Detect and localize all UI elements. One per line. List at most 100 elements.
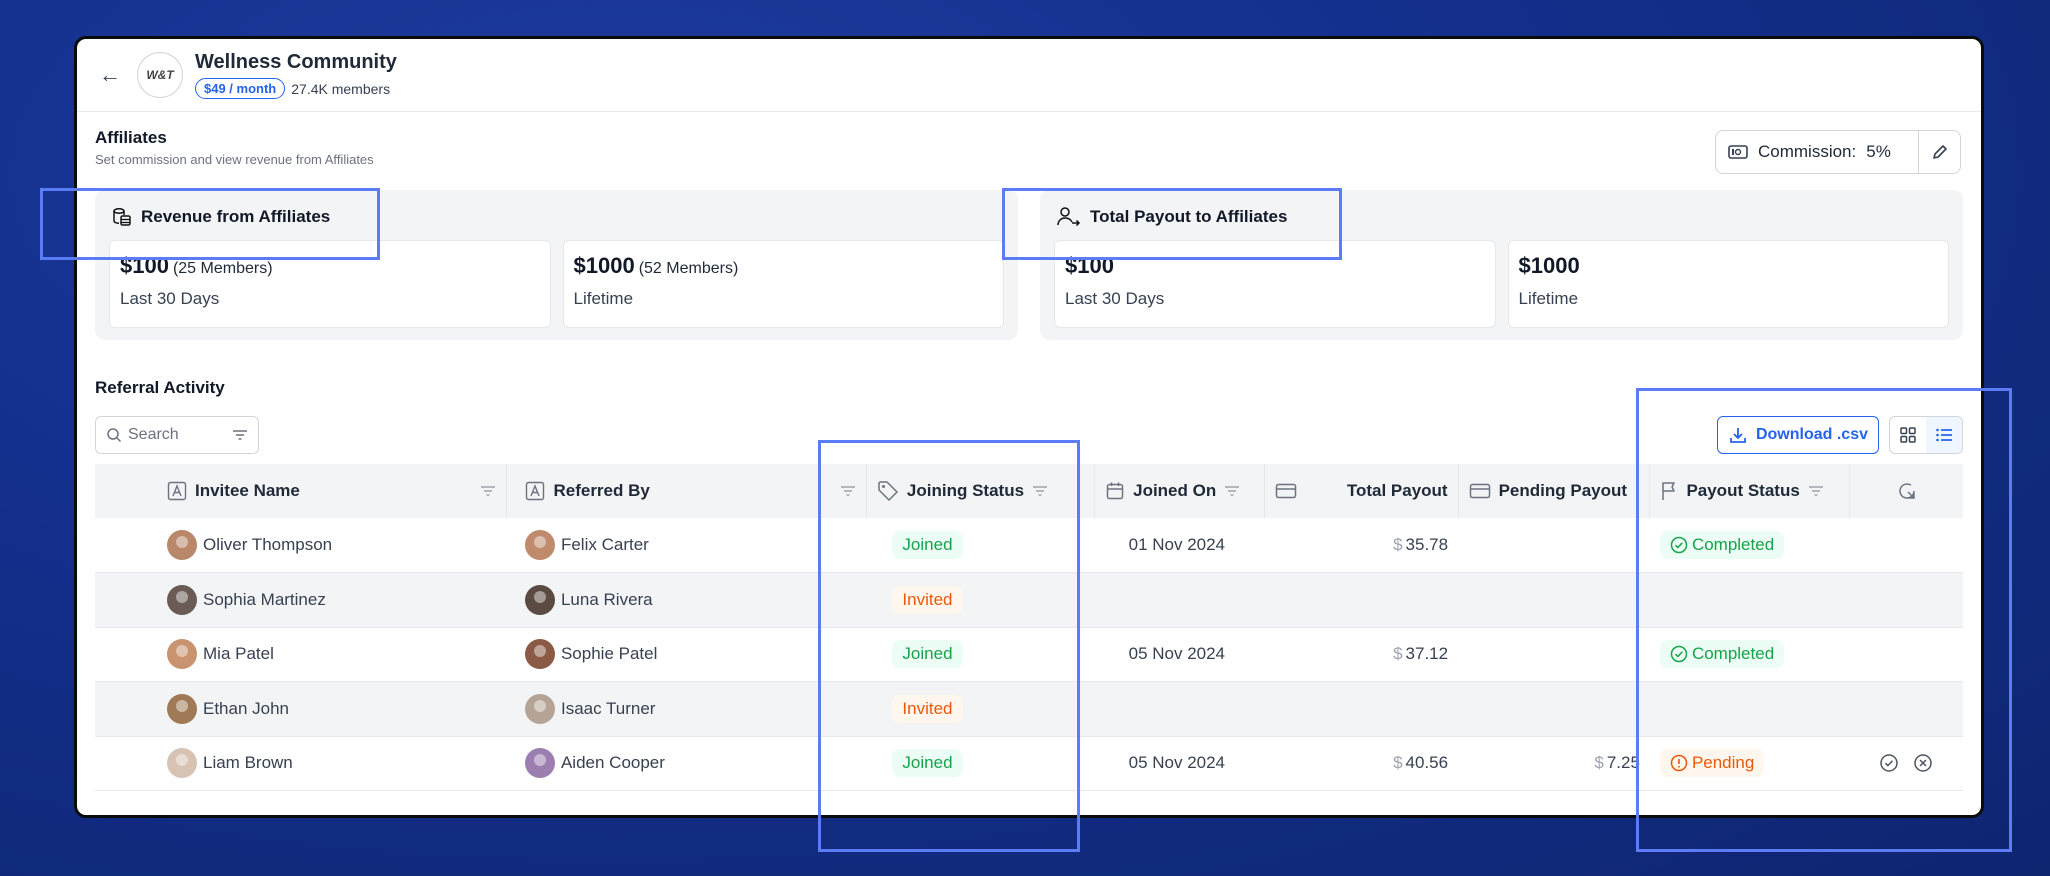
list-icon [1936, 428, 1952, 442]
refresh-icon[interactable] [1896, 480, 1918, 502]
invitee-name: Mia Patel [203, 644, 274, 664]
check-circle-icon [1670, 646, 1688, 663]
list-view-button[interactable] [1926, 417, 1962, 453]
alert-circle-icon [1670, 755, 1688, 772]
referrer-name: Luna Rivera [560, 589, 653, 609]
stat-amount: $100 [120, 253, 169, 278]
filter-icon[interactable] [480, 484, 496, 498]
stat-value: $1000 (52 Members) [574, 253, 994, 279]
filter-icon[interactable] [1808, 484, 1824, 498]
person: Sophie Patel [517, 639, 856, 670]
stat-members: (25 Members) [172, 260, 273, 277]
stat-value: $100 (25 Members) [120, 253, 540, 279]
avatar [524, 639, 555, 670]
actions-cell [1850, 682, 1963, 737]
affiliates-header: Affiliates Set commission and view reven… [95, 112, 1963, 184]
back-arrow-icon[interactable]: ← [99, 62, 127, 88]
total-payout-cell: $35.78 [1264, 518, 1458, 573]
col-total-payout[interactable]: Total Payout [1264, 464, 1459, 518]
referrer-cell: Sophie Patel [507, 627, 866, 682]
referrer-name: Isaac Turner [560, 698, 656, 718]
edit-commission-button[interactable] [1918, 131, 1960, 173]
col-actions[interactable] [1850, 464, 1963, 518]
grid-view-button[interactable] [1890, 417, 1926, 453]
invitee-cell: Sophia Martinez [95, 573, 507, 628]
community-title-block: Wellness Community $49 / month 27.4K mem… [195, 51, 397, 99]
filter-icon[interactable] [1032, 484, 1048, 498]
stat-amount: $1000 [573, 253, 635, 278]
header-cell: Payout Status [1660, 481, 1839, 501]
search-input[interactable]: Search [95, 416, 259, 454]
reject-x-icon[interactable] [1913, 753, 1933, 773]
download-icon [1730, 428, 1746, 443]
coins-icon [113, 208, 131, 226]
header-cell: Joined On [1105, 481, 1254, 501]
total-payout-cell: $37.12 [1264, 627, 1458, 682]
invitee-name: Liam Brown [203, 753, 293, 773]
payout-status-cell: Completed [1650, 627, 1850, 682]
joined-on: 01 Nov 2024 [1128, 535, 1226, 554]
tag-icon [878, 481, 898, 501]
table-tools: Download .csv [1716, 416, 1963, 454]
pending-payout-cell: $7.25 [1458, 736, 1650, 791]
header-label: Total Payout [1346, 481, 1448, 500]
revenue-stats: $100 (25 Members) Last 30 Days $1000 (52 M… [109, 240, 1004, 328]
row-actions [1860, 753, 1953, 773]
payout-status-cell [1650, 573, 1850, 628]
commission-control[interactable]: Commission: 5% [1715, 130, 1961, 174]
col-pending-payout[interactable]: Pending Payout [1458, 464, 1651, 518]
currency-symbol: $ [1393, 753, 1403, 773]
community-logo: W&T [137, 52, 183, 98]
person: Sophia Martinez [105, 584, 497, 615]
total-payout-cell: $40.56 [1264, 736, 1458, 791]
payout-title: Total Payout to Affiliates [1090, 207, 1288, 226]
status-cell: Joined [866, 518, 1094, 573]
referrer-cell: Luna Rivera [507, 573, 866, 628]
person: Ethan John [105, 693, 497, 724]
filter-icon[interactable] [232, 428, 248, 442]
joined-on-cell [1095, 573, 1265, 628]
col-referred-by[interactable]: Referred By [506, 464, 867, 518]
calendar-icon [1106, 482, 1124, 500]
col-payout-status[interactable]: Payout Status [1649, 464, 1851, 518]
joined-on-cell: 05 Nov 2024 [1095, 736, 1265, 791]
col-joined-on[interactable]: Joined On [1094, 464, 1265, 518]
table-row[interactable]: Liam Brown Aiden Cooper Joined 05 Nov 20… [95, 736, 1963, 791]
stat-amount: $100 [1065, 253, 1114, 278]
stat-period: Lifetime [573, 289, 634, 308]
header-cell: Referred By [517, 481, 855, 501]
invitee-name: Sophia Martinez [203, 589, 326, 609]
joined-on [1105, 699, 1129, 718]
pending-payout-cell [1458, 518, 1650, 573]
header-label: Pending Payout [1498, 481, 1628, 500]
filter-icon[interactable] [840, 484, 856, 498]
payout-status-label: Pending [1691, 753, 1755, 773]
affiliates-subtitle: Set commission and view revenue from Aff… [95, 152, 374, 167]
header-cell: Invitee Name [105, 481, 496, 501]
stat-period: Last 30 Days [120, 289, 220, 308]
referrer-name: Felix Carter [560, 535, 649, 554]
commission-display: Commission: 5% [1716, 142, 1918, 162]
joined-on: 05 Nov 2024 [1128, 644, 1226, 664]
table-row[interactable]: Mia Patel Sophie Patel Joined 05 Nov 202… [95, 627, 1963, 682]
header-label: Invitee Name [195, 481, 300, 500]
status-cell: Invited [866, 682, 1094, 737]
table-row[interactable]: Oliver Thompson Felix Carter Joined 01 N… [95, 518, 1963, 573]
pending-payout-cell [1458, 627, 1650, 682]
approve-check-icon[interactable] [1879, 753, 1899, 773]
col-joining-status[interactable]: Joining Status [866, 464, 1096, 518]
referrer-cell: Isaac Turner [507, 682, 866, 737]
person: Isaac Turner [517, 693, 856, 724]
person: Oliver Thompson [105, 530, 497, 560]
download-csv-button[interactable]: Download .csv [1716, 416, 1879, 454]
referrer-name: Aiden Cooper [560, 753, 665, 773]
money-icon [1728, 145, 1748, 159]
payout-status-cell: Completed [1650, 518, 1850, 573]
table-row[interactable]: Sophia Martinez Luna Rivera Invited [95, 572, 1963, 628]
app-window: ← W&T Wellness Community $49 / month 27.… [74, 36, 1984, 818]
col-invitee-name[interactable]: Invitee Name [95, 464, 508, 518]
main-content: Affiliates Set commission and view reven… [77, 112, 1981, 791]
filter-icon[interactable] [1224, 484, 1240, 498]
pencil-icon [1932, 145, 1947, 159]
table-row[interactable]: Ethan John Isaac Turner Invited [95, 681, 1963, 737]
